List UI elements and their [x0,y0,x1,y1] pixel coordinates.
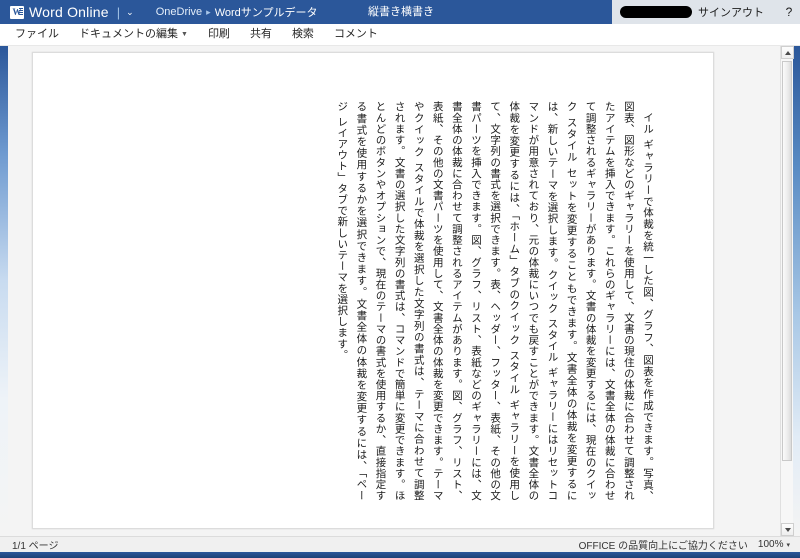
account-name-redacted [620,6,692,18]
document-canvas: イル ギャラリーで体裁を統一した図、グラフ、図表を作成できます。写真、図表、図形… [0,46,800,536]
signout-link[interactable]: サインアウト [698,4,764,20]
brand-divider: | [116,4,121,20]
vertical-scrollbar[interactable] [780,46,794,536]
app-name: Word Online [29,4,109,20]
menu-item-edit-document[interactable]: ドキュメントの編集 ▼ [69,24,198,45]
chevron-down-icon[interactable]: ⌄ [126,7,134,18]
breadcrumb-item-current[interactable]: Wordサンプルデータ [215,4,318,20]
menu-item-comments-label: コメント [333,28,378,40]
help-icon[interactable]: ? [778,5,800,19]
scrollbar-thumb[interactable] [782,61,792,461]
menu-item-share-label: 共有 [249,28,272,40]
page-indicator: 1/1 ページ [12,541,59,552]
breadcrumb-item-onedrive[interactable]: OneDrive [156,6,202,18]
menu-item-file[interactable]: ファイル [5,24,69,45]
menu-item-search[interactable]: 検索 [282,24,324,45]
status-bar: 1/1 ページ OFFICE の品質向上にご協力ください 100% ▾ [0,536,800,552]
word-logo-lines-icon [19,7,23,17]
document-title: 縦書き横書き [368,6,434,18]
document-text-area[interactable]: イル ギャラリーで体裁を統一した図、グラフ、図表を作成できます。写真、図表、図形… [221,101,657,501]
feedback-link[interactable]: OFFICE の品質向上にご協力ください [579,537,748,552]
scroll-up-button[interactable] [781,46,794,59]
brand-bar: W Word Online | ⌄ OneDrive ▸ Wordサンプルデータ… [0,0,800,24]
menu-bar: ファイル ドキュメントの編集 ▼ 印刷 共有 検索 コメント [0,24,800,46]
chevron-down-icon: ▾ [786,541,790,549]
scroll-down-button[interactable] [781,523,794,536]
zoom-control[interactable]: 100% ▾ [758,539,794,550]
window-bottom-frame [0,552,800,558]
scroll-up-icon [784,50,791,55]
scroll-down-icon [784,527,791,532]
menu-item-search-label: 検索 [291,28,314,40]
account-area: サインアウト ? [612,0,800,24]
word-online-window: W Word Online | ⌄ OneDrive ▸ Wordサンプルデータ… [0,0,800,558]
menu-item-file-label: ファイル [15,28,59,40]
breadcrumb: OneDrive ▸ Wordサンプルデータ [156,4,318,20]
menu-item-share[interactable]: 共有 [240,24,282,45]
zoom-level-label: 100% [757,539,784,550]
chevron-down-icon: ▼ [181,31,188,38]
canvas-right-edge-decoration [793,46,800,536]
word-logo-icon: W [10,5,24,19]
app-logo[interactable]: W Word Online | ⌄ [0,0,134,24]
menu-item-print[interactable]: 印刷 [198,24,240,45]
document-paragraph: イル ギャラリーで体裁を統一した図、グラフ、図表を作成できます。写真、図表、図形… [336,101,654,501]
status-right-group: OFFICE の品質向上にご協力ください 100% ▾ [579,537,794,552]
menu-item-comments[interactable]: コメント [324,24,388,45]
canvas-left-edge-decoration [0,46,8,536]
menu-item-print-label: 印刷 [207,28,230,40]
page-sheet[interactable]: イル ギャラリーで体裁を統一した図、グラフ、図表を作成できます。写真、図表、図形… [32,52,714,529]
breadcrumb-separator-icon: ▸ [206,6,211,17]
menu-item-edit-document-label: ドキュメントの編集 [79,28,178,40]
